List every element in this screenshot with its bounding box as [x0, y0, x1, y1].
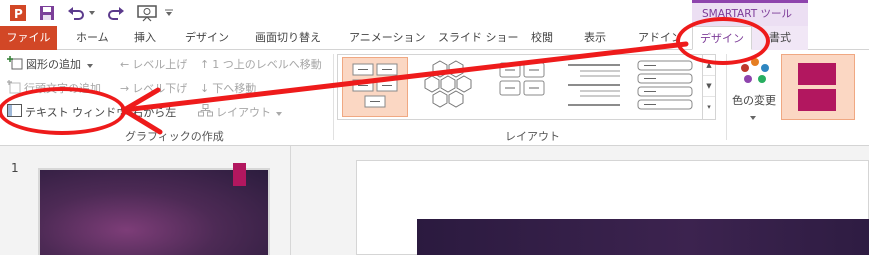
annotation-arrow — [121, 41, 689, 135]
